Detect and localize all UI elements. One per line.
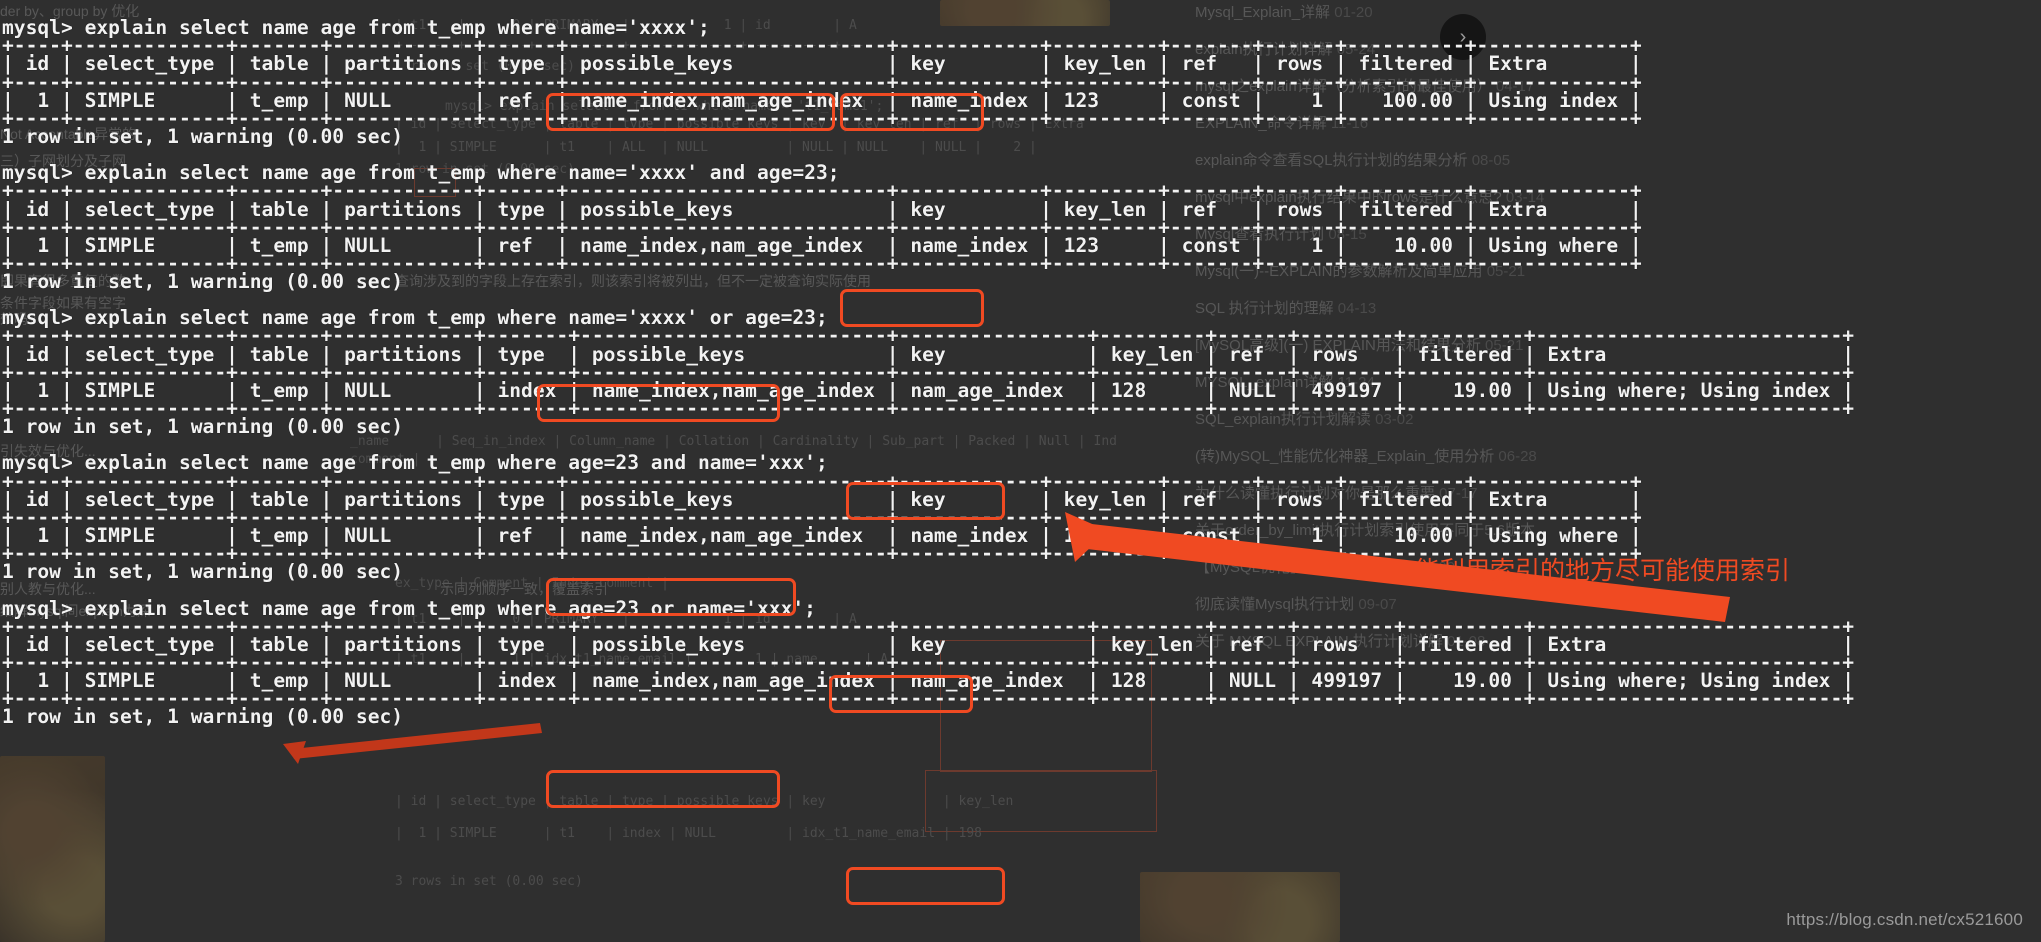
annotation-label: 能利用索引的地方尽可能使用索引 — [1415, 557, 1791, 585]
red-arrow-small — [283, 723, 542, 764]
annotation-arrow-svg — [283, 512, 1730, 764]
watermark-url: https://blog.csdn.net/cx521600 — [1786, 910, 2023, 929]
